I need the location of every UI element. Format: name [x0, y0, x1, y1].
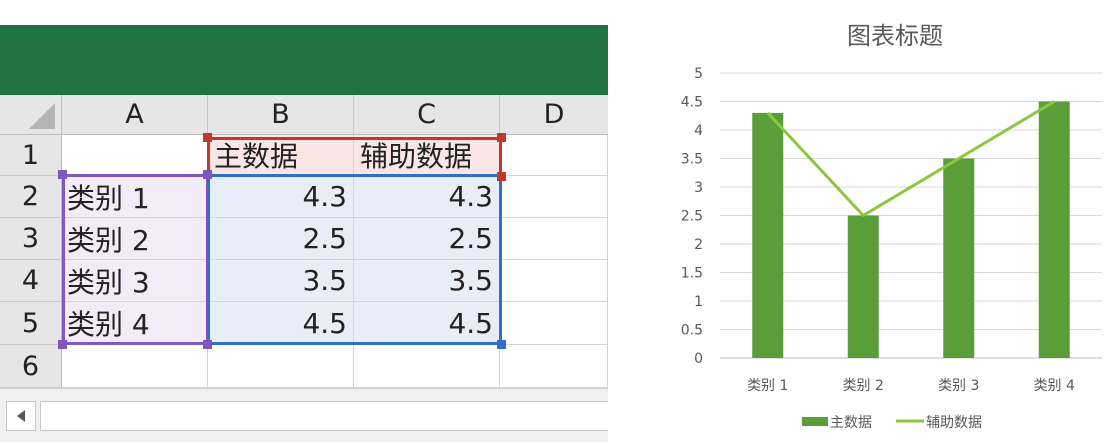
chart-canvas: 图表标题 0 0.5 1 1.5 2 2.5 3 3.5 4 4.5 5 类别 1 类别 2 类别 3 类… — [681, 22, 1102, 431]
cell-b1[interactable]: 主数据 — [208, 135, 354, 176]
cell-a1[interactable] — [62, 135, 208, 176]
y-tick-label: 1.5 — [681, 266, 703, 282]
horizontal-scrollbar[interactable] — [0, 388, 608, 442]
range-resize-handle[interactable] — [497, 172, 506, 181]
range-resize-handle[interactable] — [203, 133, 212, 142]
y-tick-label: 0.5 — [681, 323, 703, 339]
legend-swatch-bar — [802, 417, 828, 426]
range-resize-handle[interactable] — [497, 133, 506, 142]
cell-b6[interactable] — [208, 345, 354, 388]
cell-d5[interactable] — [500, 302, 608, 345]
corner-triangle-icon — [29, 103, 55, 129]
legend-label-auxiliary: 辅助数据 — [926, 415, 982, 431]
cell-c1[interactable]: 辅助数据 — [354, 135, 500, 176]
row-header-1[interactable]: 1 — [0, 135, 62, 176]
column-header-d[interactable]: D — [500, 95, 608, 135]
cell-c2[interactable]: 4.3 — [354, 176, 500, 218]
cell-b5[interactable]: 4.5 — [208, 302, 354, 345]
column-header-b[interactable]: B — [208, 95, 354, 135]
cell-d6[interactable] — [500, 345, 608, 388]
cell-a2[interactable]: 类别 1 — [62, 176, 208, 218]
range-resize-handle[interactable] — [203, 340, 212, 349]
cell-b3[interactable]: 2.5 — [208, 218, 354, 260]
scroll-left-button[interactable] — [6, 401, 36, 431]
cell-d4[interactable] — [500, 260, 608, 302]
cell-c6[interactable] — [354, 345, 500, 388]
y-tick-label: 4.5 — [681, 95, 703, 111]
range-resize-handle[interactable] — [203, 170, 212, 179]
row-header-2[interactable]: 2 — [0, 176, 62, 218]
row-header-4[interactable]: 4 — [0, 260, 62, 302]
row-header-3[interactable]: 3 — [0, 218, 62, 260]
range-resize-handle[interactable] — [497, 340, 506, 349]
y-tick-label: 1 — [694, 294, 703, 310]
cell-a3[interactable]: 类别 2 — [62, 218, 208, 260]
y-tick-label: 2 — [694, 237, 703, 253]
x-tick-label: 类别 3 — [938, 378, 979, 394]
cell-d1[interactable] — [500, 135, 608, 176]
bar-2[interactable] — [847, 215, 879, 359]
cell-a5[interactable]: 类别 4 — [62, 302, 208, 345]
y-tick-label: 3.5 — [681, 152, 703, 168]
cell-c5[interactable]: 4.5 — [354, 302, 500, 345]
y-tick-label: 2.5 — [681, 209, 703, 225]
y-tick-label: 4 — [694, 123, 703, 139]
cell-d3[interactable] — [500, 218, 608, 260]
legend-label-main: 主数据 — [830, 415, 872, 431]
bar-4[interactable] — [1038, 101, 1070, 359]
column-header-c[interactable]: C — [354, 95, 500, 135]
chart-title[interactable]: 图表标题 — [847, 22, 943, 50]
cell-b2[interactable]: 4.3 — [208, 176, 354, 218]
y-tick-label: 3 — [694, 180, 703, 196]
x-tick-label: 类别 2 — [843, 378, 884, 394]
row-header-6[interactable]: 6 — [0, 345, 62, 388]
x-tick-label: 类别 1 — [747, 378, 788, 394]
scroll-track[interactable] — [40, 401, 608, 431]
combo-chart[interactable]: 图表标题 0 0.5 1 1.5 2 2.5 3 3.5 4 4.5 5 类别 1 类别 2 类别 3 类… — [640, 0, 1120, 442]
y-tick-label: 5 — [694, 66, 703, 82]
column-header-a[interactable]: A — [62, 95, 208, 135]
cell-c4[interactable]: 3.5 — [354, 260, 500, 302]
cell-b4[interactable]: 3.5 — [208, 260, 354, 302]
bar-3[interactable] — [943, 158, 975, 359]
row-header-5[interactable]: 5 — [0, 302, 62, 345]
x-tick-label: 类别 4 — [1034, 378, 1075, 394]
y-tick-label: 0 — [694, 351, 703, 367]
cell-c3[interactable]: 2.5 — [354, 218, 500, 260]
range-resize-handle[interactable] — [58, 340, 67, 349]
select-all-corner[interactable] — [0, 95, 62, 135]
cell-a6[interactable] — [62, 345, 208, 388]
triangle-left-icon — [17, 410, 25, 422]
range-resize-handle[interactable] — [58, 170, 67, 179]
spreadsheet: A B C D 1 2 3 4 5 6 主数据 辅助数据 类别 1 4.3 4.… — [0, 0, 608, 442]
bar-1[interactable] — [752, 112, 784, 359]
ribbon-bar — [0, 25, 608, 95]
cell-d2[interactable] — [500, 176, 608, 218]
cell-a4[interactable]: 类别 3 — [62, 260, 208, 302]
